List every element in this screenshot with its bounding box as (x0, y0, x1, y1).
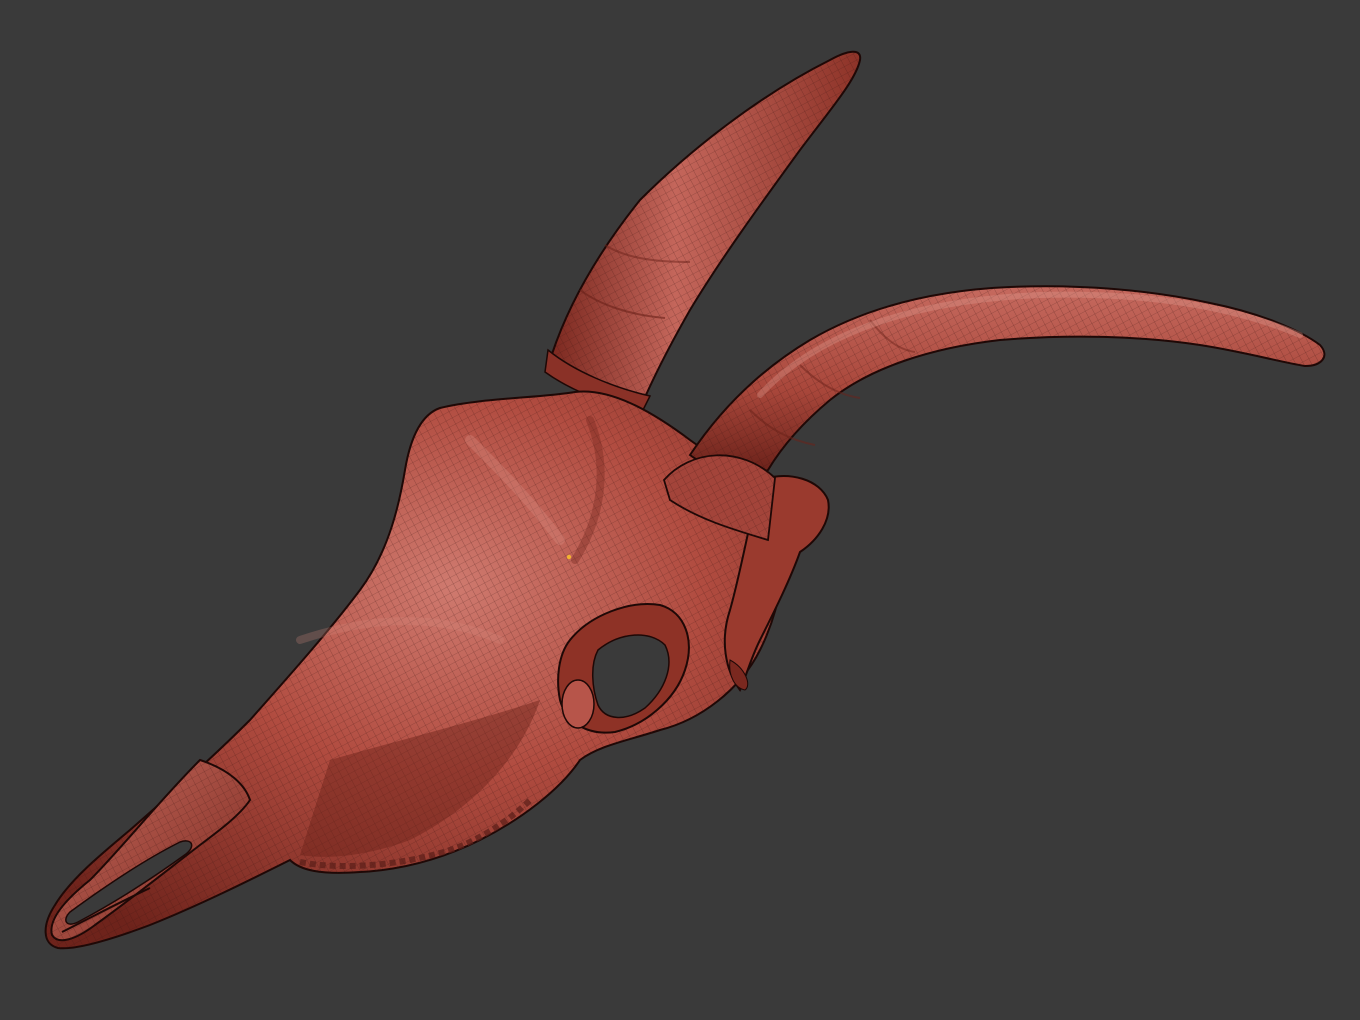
horn-right (662, 285, 1326, 542)
sculpt-model[interactable] (0, 0, 1360, 1020)
3d-viewport[interactable] (0, 0, 1360, 1020)
brush-cursor-dot (566, 554, 572, 560)
